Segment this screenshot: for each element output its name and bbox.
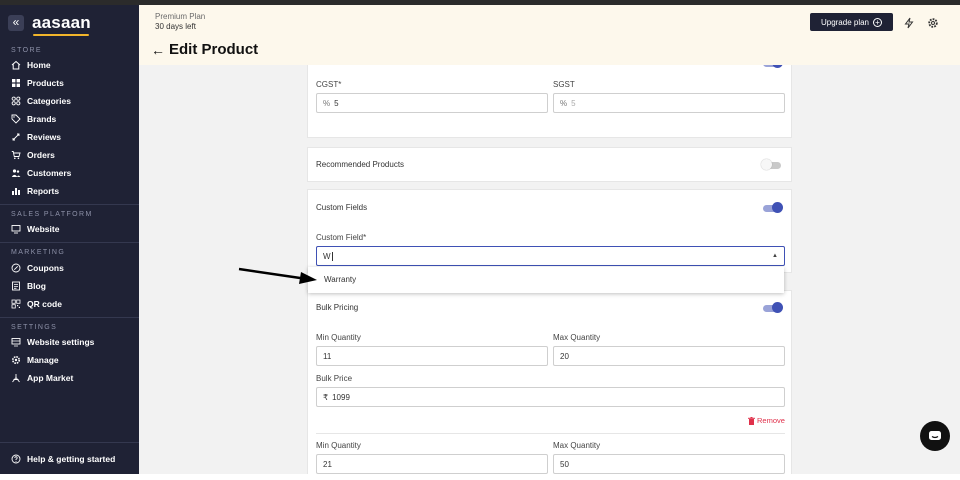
cart-icon	[11, 150, 21, 160]
blog-icon	[11, 281, 21, 291]
recommended-products-title: Recommended Products	[316, 160, 405, 169]
max-quantity-label: Max Quantity	[553, 441, 601, 450]
custom-fields-card: Custom Fields Custom Field* W ▲	[307, 189, 792, 273]
custom-fields-toggle[interactable]	[763, 202, 783, 213]
cgst-label: CGST*	[316, 80, 342, 89]
sidebar-item-qr-code[interactable]: QR code	[11, 297, 62, 311]
sidebar-item-products[interactable]: Products	[11, 76, 64, 90]
sidebar-item-reviews[interactable]: Reviews	[11, 130, 61, 144]
plan-days-left: 30 days left	[155, 22, 196, 31]
cgst-input[interactable]: % 5	[316, 93, 548, 113]
text-cursor	[331, 251, 333, 261]
chat-icon	[929, 431, 941, 440]
max-quantity-input[interactable]: 50	[553, 454, 785, 474]
sidebar-item-orders[interactable]: Orders	[11, 148, 55, 162]
bulk-price-label: Bulk Price	[316, 374, 353, 383]
app-market-icon	[11, 373, 21, 383]
section-label-marketing: MARKETING	[11, 249, 66, 256]
qr-icon	[11, 299, 21, 309]
tier-divider	[316, 433, 785, 434]
min-quantity-input[interactable]: 11	[316, 346, 548, 366]
sidebar-item-app-market[interactable]: App Market	[11, 371, 73, 385]
toggle-knob	[761, 159, 772, 170]
section-label-store: STORE	[11, 47, 42, 54]
top-header: Premium Plan 30 days left ← Edit Product…	[139, 5, 960, 65]
bar-chart-icon	[11, 186, 21, 196]
sidebar-item-reports[interactable]: Reports	[11, 184, 59, 198]
max-quantity-input[interactable]: 20	[553, 346, 785, 366]
tag-icon	[11, 114, 21, 124]
tax-card: CGST* % 5 SGST % 5	[307, 65, 792, 138]
sidebar-divider	[0, 442, 139, 443]
sidebar-divider	[0, 204, 139, 205]
sidebar: « aasaan STORE Home Products Categories …	[0, 5, 139, 474]
recommended-products-card: Recommended Products	[307, 147, 792, 182]
sidebar-item-coupons[interactable]: Coupons	[11, 261, 64, 275]
back-arrow-icon[interactable]: ←	[151, 42, 165, 58]
grid-icon	[11, 78, 21, 88]
users-icon	[11, 168, 21, 178]
toggle-knob	[772, 202, 783, 213]
custom-field-label: Custom Field*	[316, 233, 367, 242]
collapse-sidebar-button[interactable]: «	[8, 15, 24, 31]
min-quantity-input[interactable]: 21	[316, 454, 548, 474]
sidebar-item-website[interactable]: Website	[11, 222, 59, 236]
annotation-arrow-icon	[238, 267, 317, 284]
custom-fields-title: Custom Fields	[316, 203, 368, 212]
plus-circle-icon: +	[873, 17, 883, 27]
custom-field-input[interactable]: W ▲	[316, 246, 785, 266]
min-quantity-label: Min Quantity	[316, 441, 361, 450]
bulk-pricing-toggle[interactable]	[763, 302, 783, 313]
page-title: ← Edit Product	[151, 41, 259, 58]
sgst-label: SGST	[553, 80, 575, 89]
sidebar-item-website-settings[interactable]: Website settings	[11, 335, 94, 349]
logo-row: « aasaan	[8, 13, 91, 36]
sidebar-item-customers[interactable]: Customers	[11, 166, 71, 180]
toggle-knob	[772, 302, 783, 313]
reviews-icon	[11, 132, 21, 142]
min-quantity-label: Min Quantity	[316, 333, 361, 342]
window-bottom-strip	[0, 474, 960, 480]
caret-up-icon[interactable]: ▲	[772, 253, 778, 259]
settings-gear-icon[interactable]	[927, 17, 939, 29]
sidebar-item-manage[interactable]: Manage	[11, 353, 59, 367]
sidebar-item-home[interactable]: Home	[11, 58, 51, 72]
sidebar-divider	[0, 242, 139, 243]
sgst-input[interactable]: % 5	[553, 93, 785, 113]
home-icon	[11, 60, 21, 70]
tax-toggle[interactable]	[763, 65, 783, 68]
trash-icon	[748, 416, 755, 425]
chat-widget-button[interactable]	[920, 421, 950, 451]
bulk-pricing-card: Bulk Pricing Min Quantity 11 Max Quantit…	[307, 290, 792, 474]
gear-icon	[11, 355, 21, 365]
categories-icon	[11, 96, 21, 106]
sidebar-item-blog[interactable]: Blog	[11, 279, 46, 293]
sidebar-item-help[interactable]: Help & getting started	[11, 452, 115, 466]
bulk-price-input[interactable]: ₹ 1099	[316, 387, 785, 407]
logo-underline	[33, 34, 89, 36]
help-icon	[11, 454, 21, 464]
max-quantity-label: Max Quantity	[553, 333, 601, 342]
coupon-icon	[11, 263, 21, 273]
sidebar-item-brands[interactable]: Brands	[11, 112, 56, 126]
remove-tier-button[interactable]: Remove	[748, 416, 785, 425]
section-label-sales-platform: SALES PLATFORM	[11, 211, 93, 218]
recommended-products-toggle[interactable]	[761, 159, 781, 170]
sidebar-divider	[0, 317, 139, 318]
website-settings-icon	[11, 337, 21, 347]
monitor-icon	[11, 224, 21, 234]
toggle-knob	[772, 65, 783, 68]
custom-field-suggestion[interactable]: Warranty	[308, 267, 784, 293]
bulk-pricing-title: Bulk Pricing	[316, 303, 359, 312]
lightning-icon[interactable]	[903, 17, 915, 29]
brand-logo[interactable]: aasaan	[32, 13, 91, 36]
section-label-settings: SETTINGS	[11, 324, 58, 331]
plan-name: Premium Plan	[155, 12, 206, 21]
sidebar-item-categories[interactable]: Categories	[11, 94, 71, 108]
upgrade-plan-button[interactable]: Upgrade plan +	[810, 13, 893, 31]
